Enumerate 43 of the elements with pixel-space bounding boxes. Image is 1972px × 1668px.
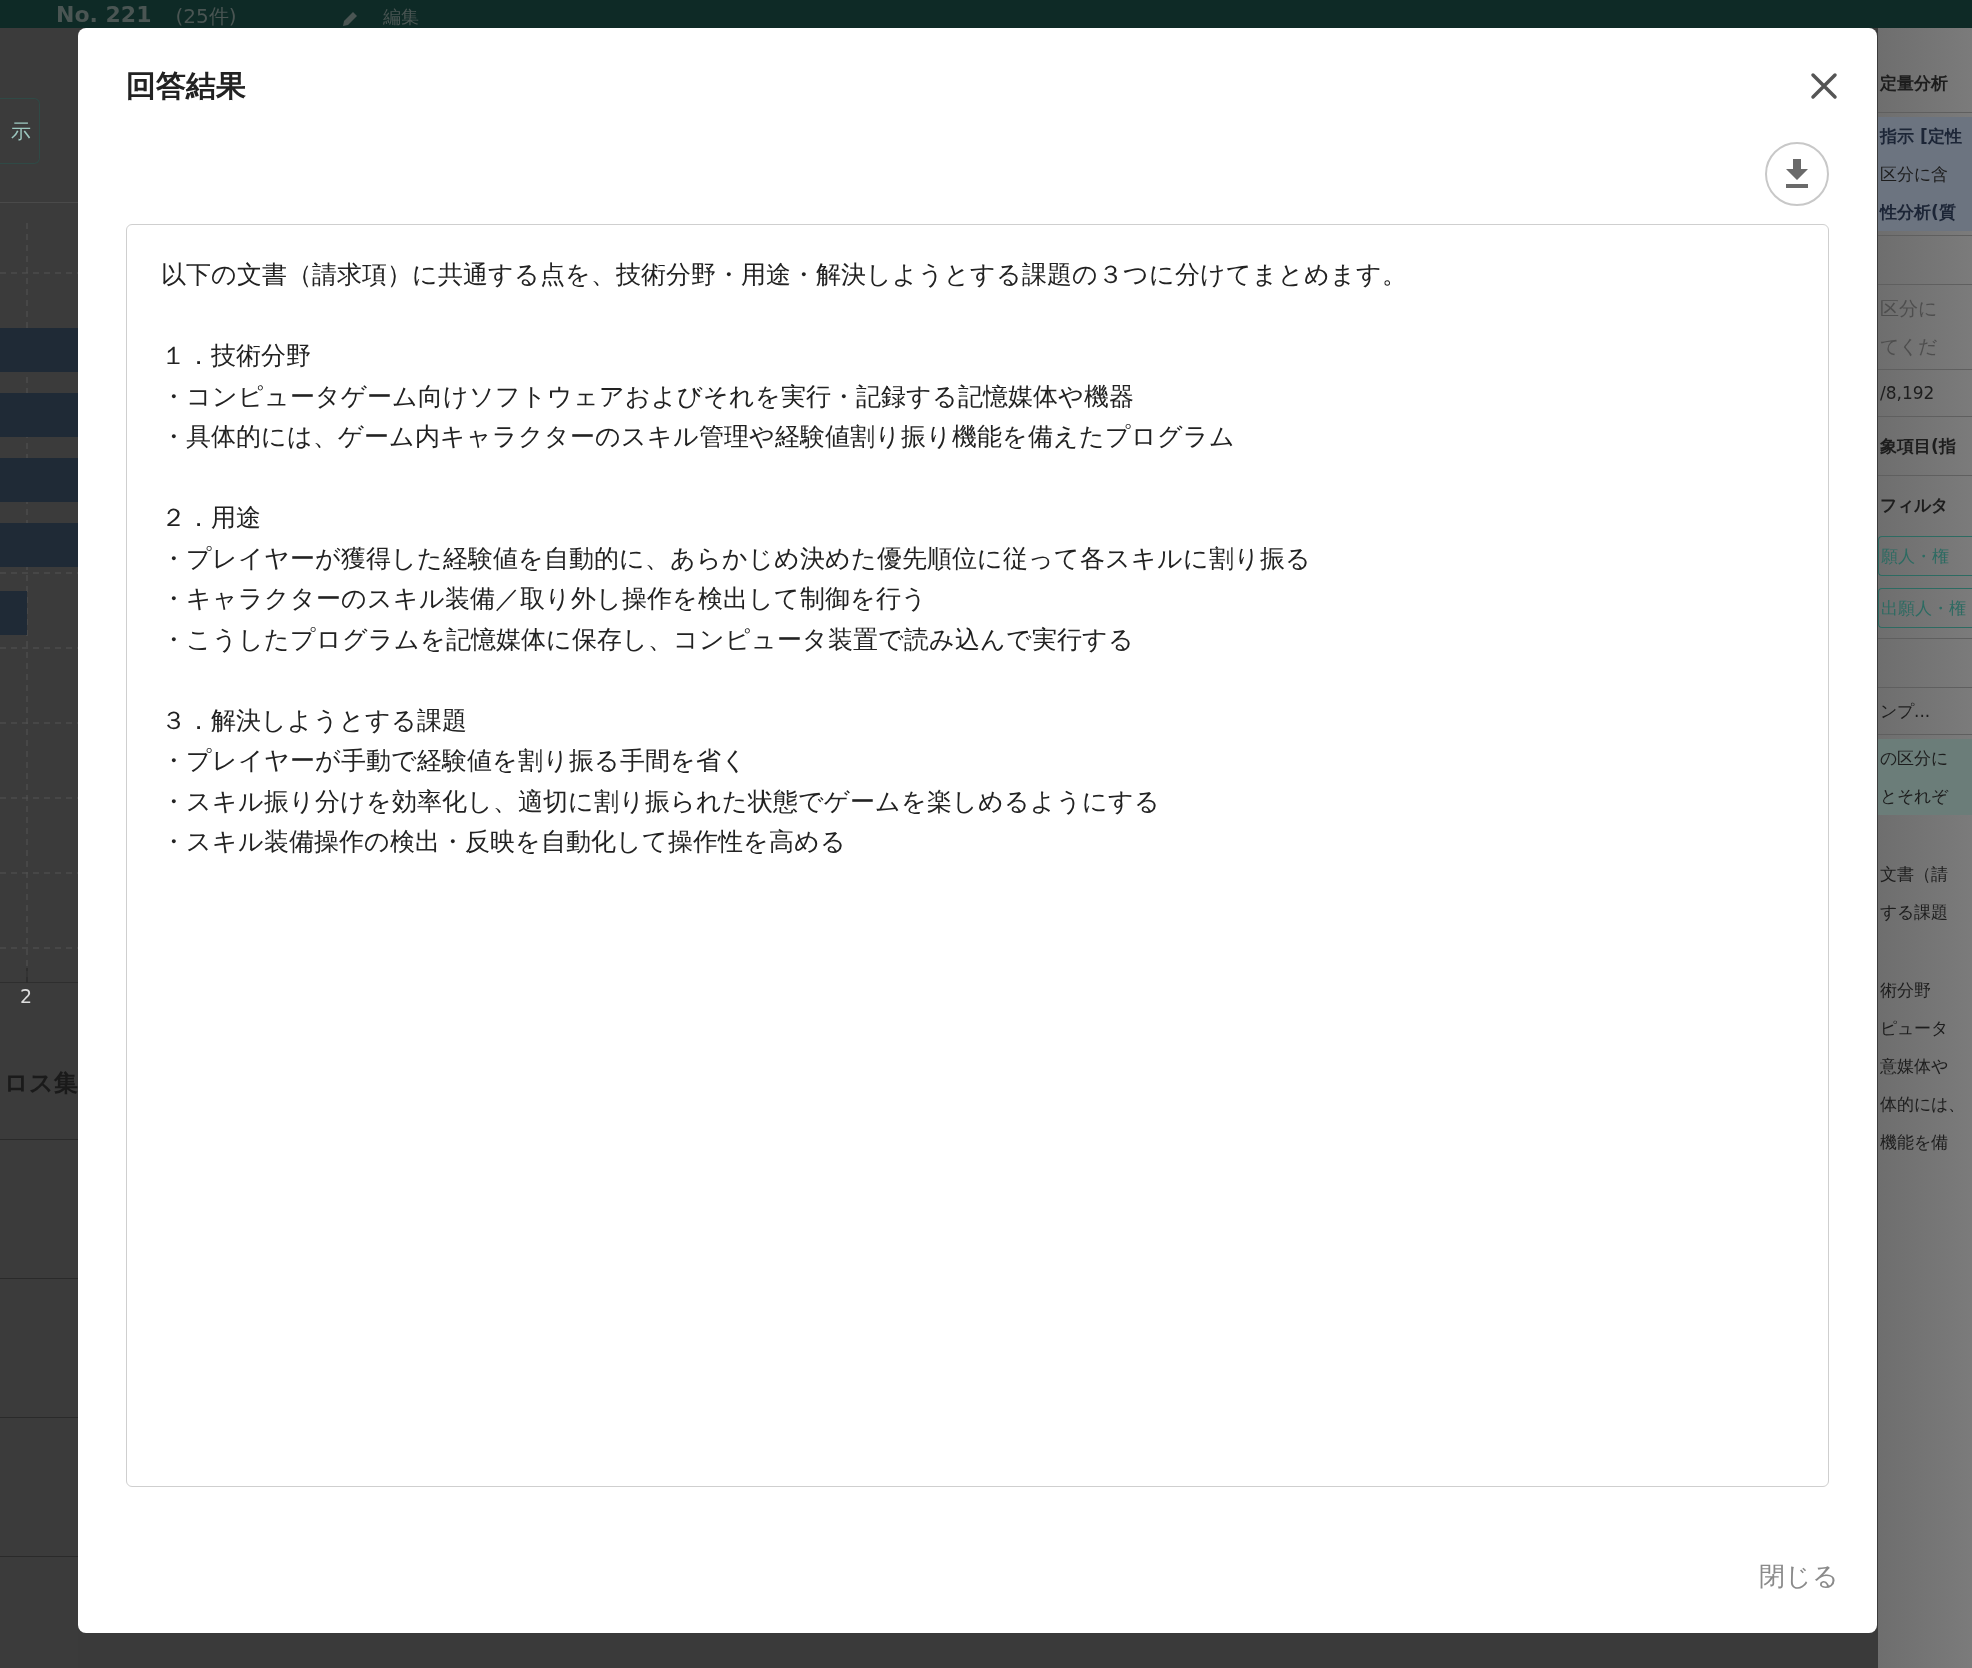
filter-tag[interactable]: 出願人・権 [1878,588,1972,628]
panel-text: ンプ... [1879,700,1932,723]
panel-text: 区分に含 [1878,155,1972,193]
close-text-button[interactable]: 閉じる [1759,1553,1839,1600]
bullet-text: ・具体的には、ゲーム内キャラクターのスキル管理や経験値割り振り機能を備えたプログラム [161,421,1235,453]
panel-heading: 性分析(質 [1878,193,1972,231]
panel-heading: 象項目(指 [1879,435,1957,458]
filter-tag[interactable]: 願人・権 [1878,536,1972,576]
bullet-text: ・コンピュータゲーム向けソフトウェアおよびそれを実行・記録する記憶媒体や機器 [161,380,1134,413]
panel-heading: フィルタ [1879,494,1949,517]
answer-text: 以下の文書（請求項）に共通する点を、技術分野・用途・解決しようとする課題の３つに分けてまとめます。 [161,259,1407,291]
dialog-title: 回答結果 [126,68,246,104]
display-button[interactable]: 示 [0,98,40,164]
section-heading: １．技術分野 [161,340,311,372]
axis-tick-label: 2 [20,985,33,1007]
panel-text: 機能を備 [1879,1131,1949,1154]
section-heading: ２．用途 [161,502,261,534]
close-icon [1809,71,1839,101]
answer-text-area[interactable] [126,224,1829,1487]
highlight-text: とそれぞ [1878,777,1972,815]
bullet-text: ・プレイヤーが手動で経験値を割り振る手間を省く [161,745,747,777]
panel-heading: 指示 [定性 [1878,117,1972,155]
panel-text: ピュータ [1879,1017,1949,1040]
bullet-text: ・スキル振り分けを効率化し、適切に割り振られた状態でゲームを楽しめるようにする [161,785,1160,818]
panel-heading: 定量分析 [1879,72,1949,95]
panel-text: する課題 [1879,901,1949,924]
edit-link[interactable]: 編集 [382,6,419,28]
chart-bar [0,591,27,635]
panel-text: /8,192 [1879,382,1936,405]
download-icon [1784,159,1810,189]
panel-text: 術分野 [1879,979,1932,1002]
bullet-text: ・プレイヤーが獲得した経験値を自動的に、あらかじめ決めた優先順位に従って各スキルに割り振る [161,542,1311,575]
close-button[interactable] [1809,71,1839,101]
bullet-text: ・スキル装備操作の検出・反映を自動化して操作性を高める [161,826,846,858]
panel-text: 文書（請 [1879,863,1949,886]
section-heading: ３．解決しようとする課題 [161,704,467,737]
bullet-text: ・こうしたプログラムを記憶媒体に保存し、コンピュータ装置で読み込んで実行する [161,623,1134,656]
record-number: No. 221 [56,2,152,28]
panel-text: 体的には、 [1879,1093,1966,1116]
panel-text: 意媒体や [1879,1055,1949,1078]
highlight-text: の区分に [1878,739,1972,777]
record-count: (25件) [175,4,237,28]
bullet-text: ・キャラクターのスキル装備／取り外し操作を検出して制御を行う [161,583,927,615]
